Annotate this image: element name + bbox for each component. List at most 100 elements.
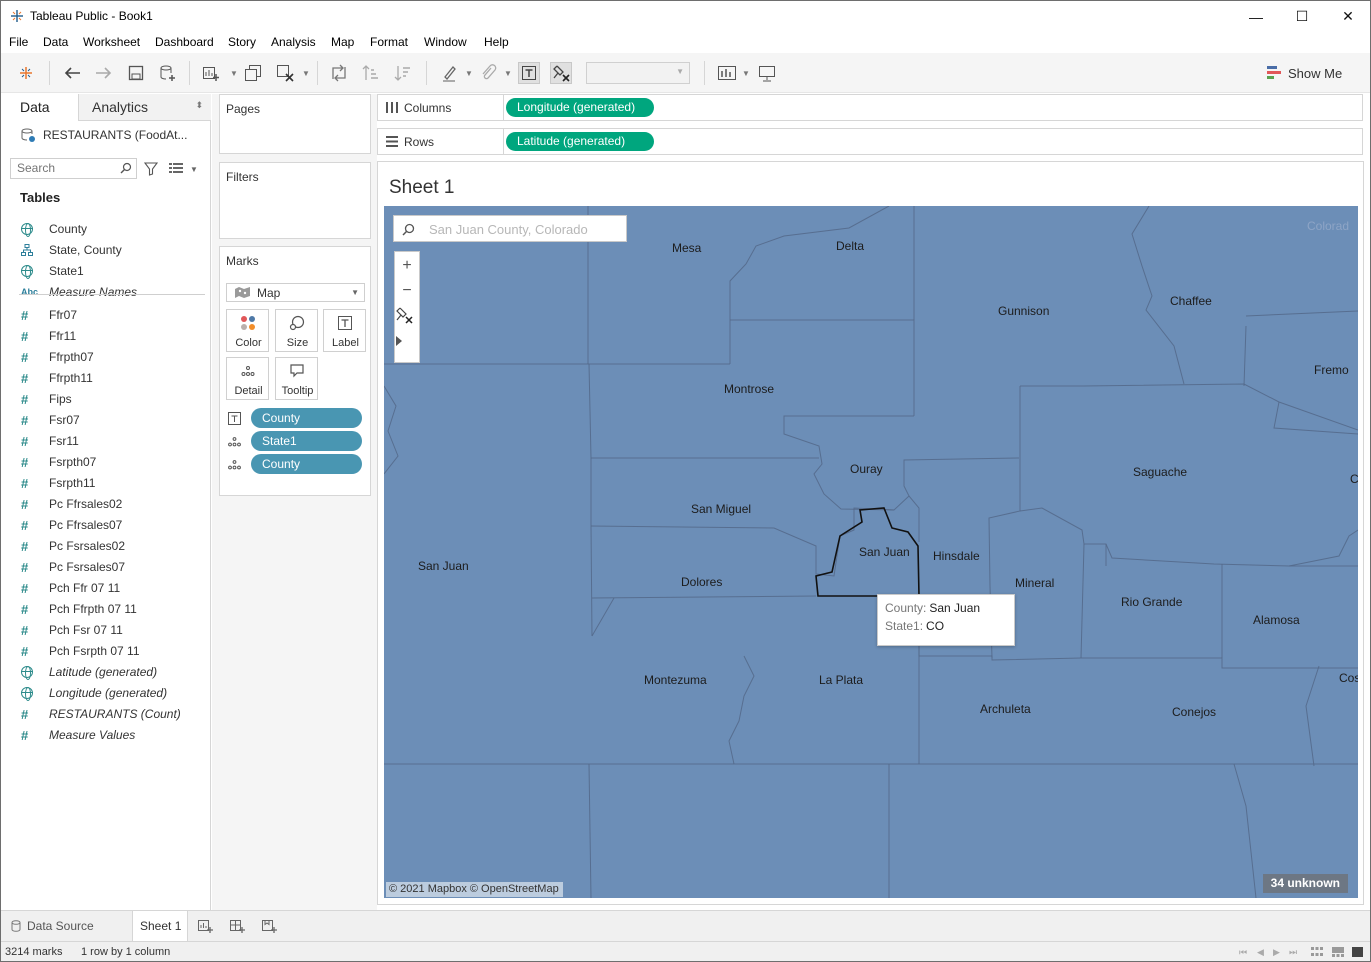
field-item[interactable]: Longitude (generated) (21, 684, 209, 702)
field-item[interactable]: # Fips (21, 390, 209, 408)
mark-pill-row[interactable]: County (226, 408, 362, 428)
chevron-down-icon[interactable]: ▼ (504, 69, 512, 78)
previous-sheet-icon[interactable]: ◀ (1257, 947, 1267, 957)
field-item[interactable]: # Pch Fsr 07 11 (21, 621, 209, 639)
filter-icon[interactable] (144, 162, 158, 176)
save-icon[interactable] (125, 62, 147, 84)
menu-window[interactable]: Window (424, 35, 467, 49)
sort-descending-icon[interactable] (392, 62, 414, 84)
fit-dropdown[interactable]: ▼ (586, 62, 690, 84)
field-item[interactable]: # Pc Fsrsales02 (21, 537, 209, 555)
field-item[interactable]: # Pc Ffrsales07 (21, 516, 209, 534)
zoom-in-icon[interactable]: + (395, 254, 419, 278)
sheet-sorter-icon[interactable] (1311, 947, 1323, 957)
menu-help[interactable]: Help (484, 35, 509, 49)
field-item[interactable]: # Ffr07 (21, 306, 209, 324)
next-sheet-icon[interactable]: ▶ (1273, 947, 1283, 957)
expand-toolbar-icon[interactable] (395, 336, 419, 360)
field-item[interactable]: # Pc Ffrsales02 (21, 495, 209, 513)
undo-icon[interactable] (61, 62, 83, 84)
presentation-mode-icon[interactable] (756, 62, 778, 84)
chevron-down-icon[interactable]: ▼ (230, 69, 238, 78)
tableau-start-icon[interactable] (15, 62, 37, 84)
menu-dashboard[interactable]: Dashboard (155, 35, 214, 49)
field-item[interactable]: # Pc Fsrsales07 (21, 558, 209, 576)
redo-icon[interactable] (93, 62, 115, 84)
field-item[interactable]: # Ffr11 (21, 327, 209, 345)
show-mark-labels-icon[interactable] (518, 62, 540, 84)
chevron-down-icon[interactable]: ▼ (190, 165, 198, 174)
state1-detail-pill[interactable]: State1 (251, 431, 362, 451)
pages-card[interactable]: Pages (219, 94, 371, 154)
field-item[interactable]: # Fsr11 (21, 432, 209, 450)
map-attribution[interactable]: © 2021 Mapbox © OpenStreetMap (386, 882, 563, 897)
filters-card[interactable]: Filters (219, 162, 371, 239)
duplicate-sheet-icon[interactable] (242, 62, 264, 84)
map-search-box[interactable]: San Juan County, Colorado (393, 215, 627, 242)
menu-format[interactable]: Format (370, 35, 408, 49)
mark-pill-row[interactable]: State1 (226, 431, 362, 451)
chevron-down-icon[interactable]: ▼ (742, 69, 750, 78)
menu-story[interactable]: Story (228, 35, 256, 49)
field-item[interactable]: State, County (21, 241, 209, 259)
longitude-pill[interactable]: Longitude (generated) (506, 98, 654, 117)
highlight-icon[interactable] (438, 62, 460, 84)
field-item[interactable]: Abc Measure Names (21, 283, 209, 301)
field-item[interactable]: # Measure Values (21, 726, 209, 744)
tab-data-source[interactable]: Data Source (1, 911, 132, 941)
field-item[interactable]: # Ffrpth11 (21, 369, 209, 387)
new-dashboard-icon[interactable] (229, 918, 245, 934)
chevron-down-icon[interactable]: ▼ (465, 69, 473, 78)
list-view-icon[interactable] (169, 162, 183, 174)
chevron-down-icon[interactable]: ▼ (302, 69, 310, 78)
field-item[interactable]: # Pch Ffrpth 07 11 (21, 600, 209, 618)
sort-ascending-icon[interactable] (360, 62, 382, 84)
detail-button[interactable]: Detail (226, 357, 269, 400)
sheet-title[interactable]: Sheet 1 (389, 177, 455, 199)
group-members-icon[interactable] (477, 62, 499, 84)
fix-axes-pin-icon[interactable] (550, 62, 572, 84)
show-cards-icon[interactable] (716, 62, 738, 84)
menu-file[interactable]: File (9, 35, 28, 49)
show-me-button[interactable]: Show Me (1266, 64, 1342, 82)
columns-shelf[interactable]: Columns Longitude (generated) (377, 94, 1363, 121)
last-sheet-icon[interactable]: ⏭ (1289, 947, 1299, 957)
field-item[interactable]: County (21, 220, 209, 238)
field-item[interactable]: # Fsr07 (21, 411, 209, 429)
county-detail-pill[interactable]: County (251, 454, 362, 474)
label-button[interactable]: Label (323, 309, 366, 352)
field-item[interactable]: # RESTAURANTS (Count) (21, 705, 209, 723)
size-button[interactable]: Size (275, 309, 318, 352)
swap-rows-columns-icon[interactable] (328, 62, 350, 84)
zoom-out-icon[interactable]: − (395, 279, 419, 303)
menu-map[interactable]: Map (331, 35, 354, 49)
new-worksheet-icon[interactable] (197, 918, 213, 934)
new-datasource-icon[interactable] (157, 62, 179, 84)
tab-sheet-1[interactable]: Sheet 1 (132, 911, 188, 941)
menu-analysis[interactable]: Analysis (271, 35, 316, 49)
county-label-pill[interactable]: County (251, 408, 362, 428)
field-item[interactable]: Latitude (generated) (21, 663, 209, 681)
menu-worksheet[interactable]: Worksheet (83, 35, 140, 49)
field-item[interactable]: # Ffrpth07 (21, 348, 209, 366)
color-button[interactable]: Color (226, 309, 269, 352)
field-item[interactable]: # Pch Fsrpth 07 11 (21, 642, 209, 660)
field-item[interactable]: # Fsrpth07 (21, 453, 209, 471)
first-sheet-icon[interactable]: ⏮ (1239, 947, 1249, 957)
tab-analytics[interactable]: Analytics ⬍ (79, 94, 211, 120)
tooltip-button[interactable]: Tooltip (275, 357, 318, 400)
clear-sheet-icon[interactable] (274, 62, 296, 84)
unpin-map-icon[interactable] (395, 306, 419, 330)
field-item[interactable]: # Pch Ffr 07 11 (21, 579, 209, 597)
filmstrip-icon[interactable] (1332, 947, 1344, 957)
datasource-item[interactable]: RESTAURANTS (FoodAt... (20, 126, 210, 144)
maximize-button[interactable]: ☐ (1279, 1, 1325, 32)
close-button[interactable]: ✕ (1325, 1, 1370, 32)
menu-data[interactable]: Data (43, 35, 68, 49)
latitude-pill[interactable]: Latitude (generated) (506, 132, 654, 151)
unknown-indicator[interactable]: 34 unknown (1262, 874, 1348, 893)
field-item[interactable]: # Fsrpth11 (21, 474, 209, 492)
tab-data[interactable]: Data (1, 94, 79, 121)
new-story-icon[interactable] (261, 918, 277, 934)
minimize-button[interactable]: — (1233, 1, 1279, 32)
